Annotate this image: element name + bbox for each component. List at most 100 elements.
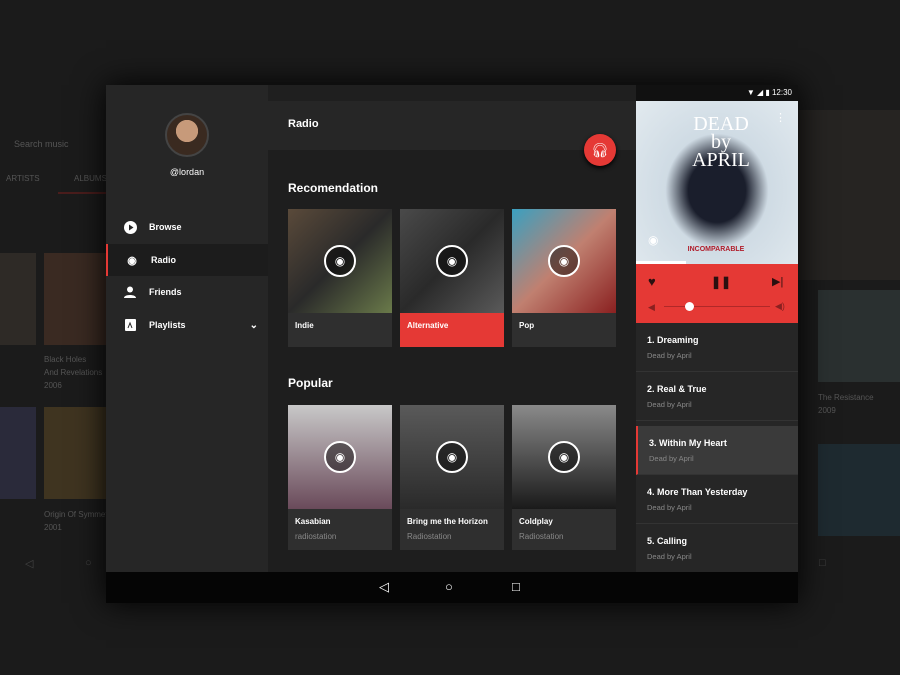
track-artist: Dead by April: [647, 351, 692, 360]
sidebar-item-radio[interactable]: ◉ Radio: [106, 244, 268, 276]
status-bar-right: ▼ ◢ ▮ 12:30: [636, 85, 798, 101]
bg-album-title: Black Holes: [44, 355, 87, 364]
tablet-window: @lordan Browse ◉ Radio Friends Playlists ⌄…: [106, 85, 798, 603]
radio-card[interactable]: ◉ Bring me the Horizon Radiostation: [400, 405, 504, 550]
bg-tab-indicator: [58, 192, 106, 194]
track-artist: Dead by April: [649, 454, 694, 463]
radio-card[interactable]: ◉ Coldplay Radiostation: [512, 405, 616, 550]
volume-slider-thumb[interactable]: [685, 302, 694, 311]
card-title: Pop: [519, 321, 535, 330]
headphones-icon: 🎧︎: [591, 141, 609, 158]
radio-card[interactable]: ◉ Alternative: [400, 209, 504, 347]
battery-icon: ▮: [765, 88, 772, 97]
sidebar-item-label: Radio: [151, 255, 177, 265]
volume-high-icon: ◀): [775, 301, 785, 311]
sidebar-item-label: Friends: [149, 287, 182, 297]
track-item[interactable]: 2. Real & True Dead by April: [636, 372, 798, 421]
track-item[interactable]: 4. More Than Yesterday Dead by April: [636, 475, 798, 524]
bg-album-art: [818, 444, 900, 536]
radio-icon: ◉: [324, 245, 356, 277]
track-title: 1. Dreaming: [647, 335, 699, 345]
bg-back-icon: ◁: [25, 558, 34, 570]
radio-card[interactable]: ◉ Pop: [512, 209, 616, 347]
card-title: Alternative: [407, 321, 449, 330]
skip-next-icon[interactable]: ▶|: [772, 275, 783, 288]
album-cover: DEAD by APRIL INCOMPARABLE ⋮ ◉: [636, 101, 798, 264]
track-title: 5. Calling: [647, 536, 688, 546]
card-image: ◉: [288, 209, 392, 313]
track-artist: Dead by April: [647, 503, 692, 512]
track-artist: Dead by April: [647, 400, 692, 409]
card-subtitle: radiostation: [295, 532, 337, 541]
chevron-down-icon[interactable]: ⌄: [250, 320, 258, 331]
headphones-fab-button[interactable]: 🎧︎: [584, 134, 616, 166]
section-title: Popular: [288, 376, 333, 390]
card-subtitle: Radiostation: [407, 532, 452, 541]
track-title: 3. Within My Heart: [649, 438, 727, 448]
album-logo: DEAD by APRIL: [692, 113, 750, 171]
volume-slider[interactable]: [664, 306, 770, 307]
track-item-current[interactable]: 3. Within My Heart Dead by April: [636, 426, 798, 475]
avatar[interactable]: [165, 113, 209, 157]
card-image: ◉: [512, 209, 616, 313]
bg-album-year: 2001: [44, 523, 62, 532]
bg-recents-icon: □: [819, 557, 826, 569]
card-image: ◉: [400, 209, 504, 313]
bg-search-input: Search music: [14, 139, 69, 149]
clock: 12:30: [771, 88, 792, 97]
bg-tab-albums: ALBUMS: [74, 174, 107, 183]
sidebar-item-friends[interactable]: Friends: [106, 276, 268, 308]
person-icon: [123, 285, 137, 299]
bg-home-icon: ○: [85, 557, 92, 569]
card-title: Kasabian: [295, 517, 331, 526]
pause-icon[interactable]: ❚❚: [711, 275, 731, 289]
bg-artist-image: [798, 110, 900, 280]
radio-icon: ◉: [436, 245, 468, 277]
card-subtitle: Radiostation: [519, 532, 564, 541]
bg-album-title: The Resistance: [818, 393, 874, 402]
card-image: ◉: [288, 405, 392, 509]
bg-album-art: [44, 253, 106, 345]
card-title: Indie: [295, 321, 314, 330]
recents-icon[interactable]: □: [512, 579, 520, 594]
album-subtitle: INCOMPARABLE: [687, 246, 745, 253]
playlist-icon: [123, 318, 137, 332]
bg-album-year: 2006: [44, 381, 62, 390]
username: @lordan: [169, 167, 205, 177]
wifi-icon: ▼: [746, 88, 757, 97]
sidebar-item-label: Browse: [149, 222, 182, 232]
section-title: Recomendation: [288, 181, 379, 195]
back-icon[interactable]: ◁: [379, 579, 389, 595]
page-title: Radio: [268, 101, 636, 150]
more-menu-icon[interactable]: ⋮: [775, 111, 786, 124]
card-image: ◉: [400, 405, 504, 509]
card-title: Coldplay: [519, 517, 553, 526]
track-item[interactable]: 5. Calling Dead by April: [636, 524, 798, 573]
radio-icon: ◉: [436, 441, 468, 473]
track-title: 4. More Than Yesterday: [647, 487, 748, 497]
card-title: Bring me the Horizon: [407, 517, 488, 526]
radio-icon: ◉: [648, 233, 659, 247]
player-panel: DEAD by APRIL INCOMPARABLE ⋮ ◉ ♥ ❚❚ ▶| ◀…: [636, 101, 798, 573]
bg-album-title: Origin Of Symmetry: [44, 510, 115, 519]
bg-album-art: [818, 290, 900, 382]
radio-icon: ◉: [127, 254, 137, 267]
player-controls: ♥ ❚❚ ▶| ◀ ◀): [636, 264, 798, 323]
heart-icon[interactable]: ♥: [648, 274, 656, 289]
radio-icon: ◉: [548, 245, 580, 277]
bg-album-title: And Revelations: [44, 368, 103, 377]
sidebar-item-label: Playlists: [149, 320, 186, 330]
bg-album-year: 2009: [818, 406, 836, 415]
sidebar-item-playlists[interactable]: Playlists ⌄: [106, 309, 268, 341]
system-nav-bar: ◁ ○ □: [106, 572, 798, 603]
bg-album-art: [0, 407, 36, 499]
track-item[interactable]: 1. Dreaming Dead by April: [636, 323, 798, 372]
home-icon[interactable]: ○: [445, 579, 453, 594]
track-title: 2. Real & True: [647, 384, 707, 394]
radio-icon: ◉: [324, 441, 356, 473]
radio-card[interactable]: ◉ Indie: [288, 209, 392, 347]
play-circle-icon: [123, 220, 137, 234]
track-artist: Dead by April: [647, 552, 692, 561]
radio-card[interactable]: ◉ Kasabian radiostation: [288, 405, 392, 550]
sidebar-item-browse[interactable]: Browse: [106, 211, 268, 243]
